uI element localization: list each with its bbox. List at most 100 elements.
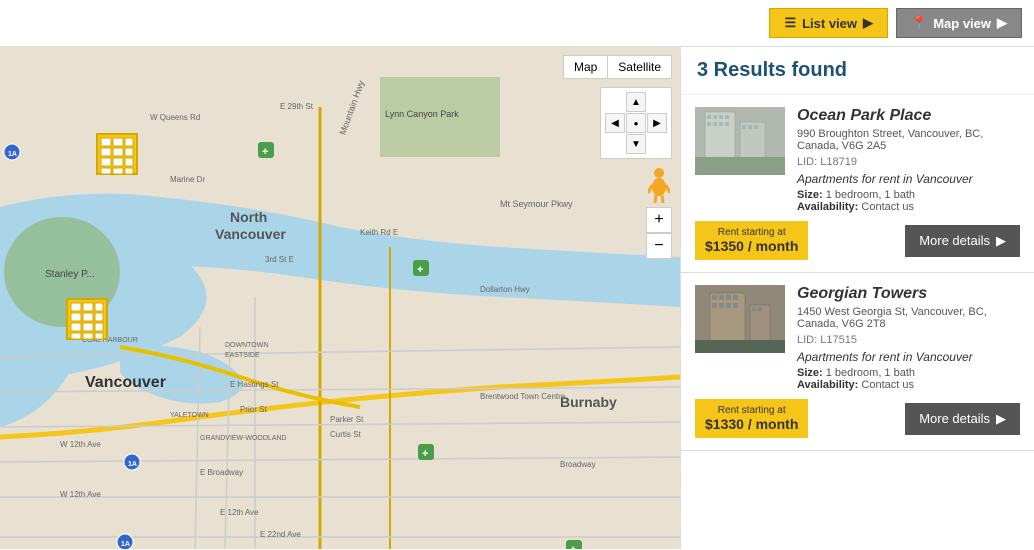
listing-address-1: 990 Broughton Street, Vancouver, BC, Can… — [797, 128, 1020, 152]
map-nav-center-button[interactable]: ● — [626, 113, 646, 133]
listing-address-2: 1450 West Georgia St, Vancouver, BC, Can… — [797, 306, 1020, 330]
svg-text:W 12th Ave: W 12th Ave — [60, 490, 101, 499]
map-zoom-out-button[interactable]: − — [646, 233, 672, 259]
map-nav-down-button[interactable]: ▼ — [626, 134, 646, 154]
map-zoom: + − — [646, 207, 672, 259]
svg-text:Vancouver: Vancouver — [215, 226, 286, 242]
list-view-button[interactable]: ☰ List view ▶ — [769, 8, 888, 38]
building-image-2 — [695, 285, 785, 353]
listing-availability-1: Contact us — [861, 201, 914, 213]
svg-text:GRANDVIEW-WOODLAND: GRANDVIEW-WOODLAND — [200, 435, 287, 442]
svg-text:Curtis St: Curtis St — [330, 430, 361, 439]
svg-text:YALETOWN: YALETOWN — [170, 412, 209, 419]
results-count: 3 Results found — [697, 59, 847, 81]
more-details-arrow-icon-2: ▶ — [996, 411, 1006, 427]
results-header: 3 Results found — [681, 47, 1034, 95]
svg-text:1A: 1A — [121, 541, 130, 548]
pegman[interactable] — [648, 167, 670, 203]
svg-text:Vancouver: Vancouver — [85, 374, 166, 391]
toolbar: ☰ List view ▶ 📍 Map view ▶ — [0, 0, 1034, 47]
availability-label-2: Availability: — [797, 379, 861, 391]
map-controls: Map Satellite — [563, 55, 672, 79]
listing-details-1: Size: 1 bedroom, 1 bath Availability: Co… — [797, 189, 1020, 213]
svg-text:EASTSIDE: EASTSIDE — [225, 352, 260, 359]
building-image-1 — [695, 107, 785, 175]
svg-text:Broadway: Broadway — [560, 460, 596, 469]
listing-card-1: Ocean Park Place 990 Broughton Street, V… — [681, 95, 1034, 273]
svg-text:E Hastings St: E Hastings St — [230, 380, 279, 389]
svg-text:Brentwood Town Centre: Brentwood Town Centre — [480, 392, 566, 401]
map-marker-1[interactable] — [95, 132, 139, 179]
list-arrow-icon: ▶ — [863, 15, 873, 31]
listing-type-2: Apartments for rent in Vancouver — [797, 350, 1020, 364]
building-marker-icon-1 — [95, 132, 139, 176]
svg-text:E 22nd Ave: E 22nd Ave — [260, 530, 301, 539]
map-marker-2[interactable] — [65, 297, 109, 344]
svg-text:1A: 1A — [8, 151, 17, 158]
map-nav-arrows: ▲ ◀ ● ▶ ▼ — [605, 92, 667, 154]
rent-amount-1: $1350 / month — [705, 238, 798, 254]
svg-text:Mt Seymour Pkwy: Mt Seymour Pkwy — [500, 199, 573, 209]
svg-text:Stanley P...: Stanley P... — [45, 269, 95, 280]
map-type-map-button[interactable]: Map — [563, 55, 607, 79]
listing-info-2: Georgian Towers 1450 West Georgia St, Va… — [797, 285, 1020, 391]
map-view-button[interactable]: 📍 Map view ▶ — [896, 8, 1022, 38]
svg-text:Keith Rd E: Keith Rd E — [360, 228, 398, 237]
svg-text:Prior St: Prior St — [240, 405, 267, 414]
list-icon: ☰ — [784, 15, 796, 31]
size-label-1: Size: — [797, 189, 826, 201]
svg-text:E 29th St: E 29th St — [280, 102, 314, 111]
svg-text:Parker St: Parker St — [330, 415, 364, 424]
listing-title-2: Georgian Towers — [797, 285, 1020, 303]
listing-footer-2: Rent starting at $1330 / month More deta… — [695, 399, 1020, 438]
listing-card-2: Georgian Towers 1450 West Georgia St, Va… — [681, 273, 1034, 451]
map-type-satellite-button[interactable]: Satellite — [607, 55, 672, 79]
list-view-label: List view — [802, 16, 857, 31]
rent-badge-2: Rent starting at $1330 / month — [695, 399, 808, 438]
map-zoom-in-button[interactable]: + — [646, 207, 672, 233]
more-details-button-1[interactable]: More details ▶ — [905, 225, 1020, 257]
map-pin-icon: 📍 — [911, 15, 927, 31]
svg-text:North: North — [230, 209, 267, 225]
more-details-arrow-icon-1: ▶ — [996, 233, 1006, 249]
availability-label-1: Availability: — [797, 201, 861, 213]
building-marker-icon-2 — [65, 297, 109, 341]
size-label-2: Size: — [797, 367, 826, 379]
map-nav-left-button[interactable]: ◀ — [605, 113, 625, 133]
rent-badge-1: Rent starting at $1350 / month — [695, 221, 808, 260]
map-navigation: ▲ ◀ ● ▶ ▼ — [600, 87, 672, 159]
listing-top-1: Ocean Park Place 990 Broughton Street, V… — [695, 107, 1020, 213]
listing-size-2: 1 bedroom, 1 bath — [826, 367, 915, 379]
more-details-label-2: More details — [919, 411, 990, 426]
svg-text:W 12th Ave: W 12th Ave — [60, 440, 101, 449]
svg-text:+: + — [570, 544, 576, 549]
svg-text:E Broadway: E Broadway — [200, 468, 243, 477]
svg-text:+: + — [417, 264, 423, 276]
rent-amount-2: $1330 / month — [705, 416, 798, 432]
listing-availability-2: Contact us — [861, 379, 914, 391]
main-container: Stanley P... Lynn Canyon Park — [0, 47, 1034, 549]
map-nav-right-button[interactable]: ▶ — [647, 113, 667, 133]
listing-lid-2: LID: L17515 — [797, 334, 1020, 346]
rent-label-1: Rent starting at — [718, 227, 786, 238]
svg-text:1A: 1A — [128, 461, 137, 468]
listing-top-2: Georgian Towers 1450 West Georgia St, Va… — [695, 285, 1020, 391]
svg-text:Lynn Canyon Park: Lynn Canyon Park — [385, 109, 459, 119]
more-details-button-2[interactable]: More details ▶ — [905, 403, 1020, 435]
svg-text:Burnaby: Burnaby — [560, 394, 617, 410]
listing-details-2: Size: 1 bedroom, 1 bath Availability: Co… — [797, 367, 1020, 391]
listing-footer-1: Rent starting at $1350 / month More deta… — [695, 221, 1020, 260]
map-nav-up-button[interactable]: ▲ — [626, 92, 646, 112]
svg-text:3rd St E: 3rd St E — [265, 255, 294, 264]
rent-label-2: Rent starting at — [718, 405, 786, 416]
svg-text:Marine Dr: Marine Dr — [170, 175, 205, 184]
listing-info-1: Ocean Park Place 990 Broughton Street, V… — [797, 107, 1020, 213]
listing-size-1: 1 bedroom, 1 bath — [826, 189, 915, 201]
svg-text:W Queens Rd: W Queens Rd — [150, 113, 200, 122]
listing-lid-1: LID: L18719 — [797, 156, 1020, 168]
svg-text:Dollarton Hwy: Dollarton Hwy — [480, 285, 530, 294]
map-container[interactable]: Stanley P... Lynn Canyon Park — [0, 47, 680, 549]
map-view-label: Map view — [933, 16, 991, 31]
listing-type-1: Apartments for rent in Vancouver — [797, 172, 1020, 186]
listing-title-1: Ocean Park Place — [797, 107, 1020, 125]
